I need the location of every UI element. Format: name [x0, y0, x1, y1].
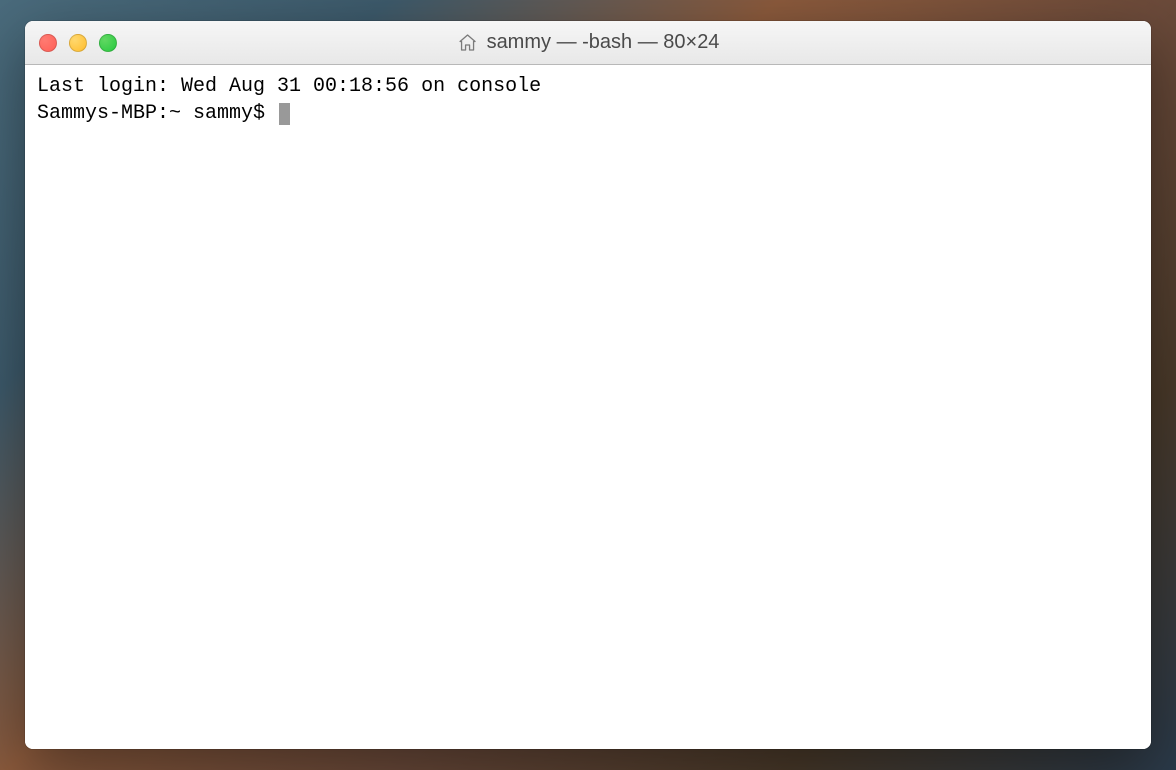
traffic-lights — [39, 34, 117, 52]
maximize-button[interactable] — [99, 34, 117, 52]
terminal-window: sammy — -bash — 80×24 Last login: Wed Au… — [25, 21, 1151, 749]
window-title: sammy — -bash — 80×24 — [487, 31, 720, 54]
shell-prompt: Sammys-MBP:~ sammy$ — [37, 100, 277, 127]
minimize-button[interactable] — [69, 34, 87, 52]
window-titlebar[interactable]: sammy — -bash — 80×24 — [25, 21, 1151, 65]
close-button[interactable] — [39, 34, 57, 52]
terminal-cursor[interactable] — [279, 103, 290, 125]
terminal-body[interactable]: Last login: Wed Aug 31 00:18:56 on conso… — [25, 65, 1151, 749]
last-login-line: Last login: Wed Aug 31 00:18:56 on conso… — [37, 73, 1139, 100]
home-icon — [457, 32, 479, 54]
prompt-line: Sammys-MBP:~ sammy$ — [37, 100, 1139, 127]
window-title-container: sammy — -bash — 80×24 — [457, 31, 720, 54]
